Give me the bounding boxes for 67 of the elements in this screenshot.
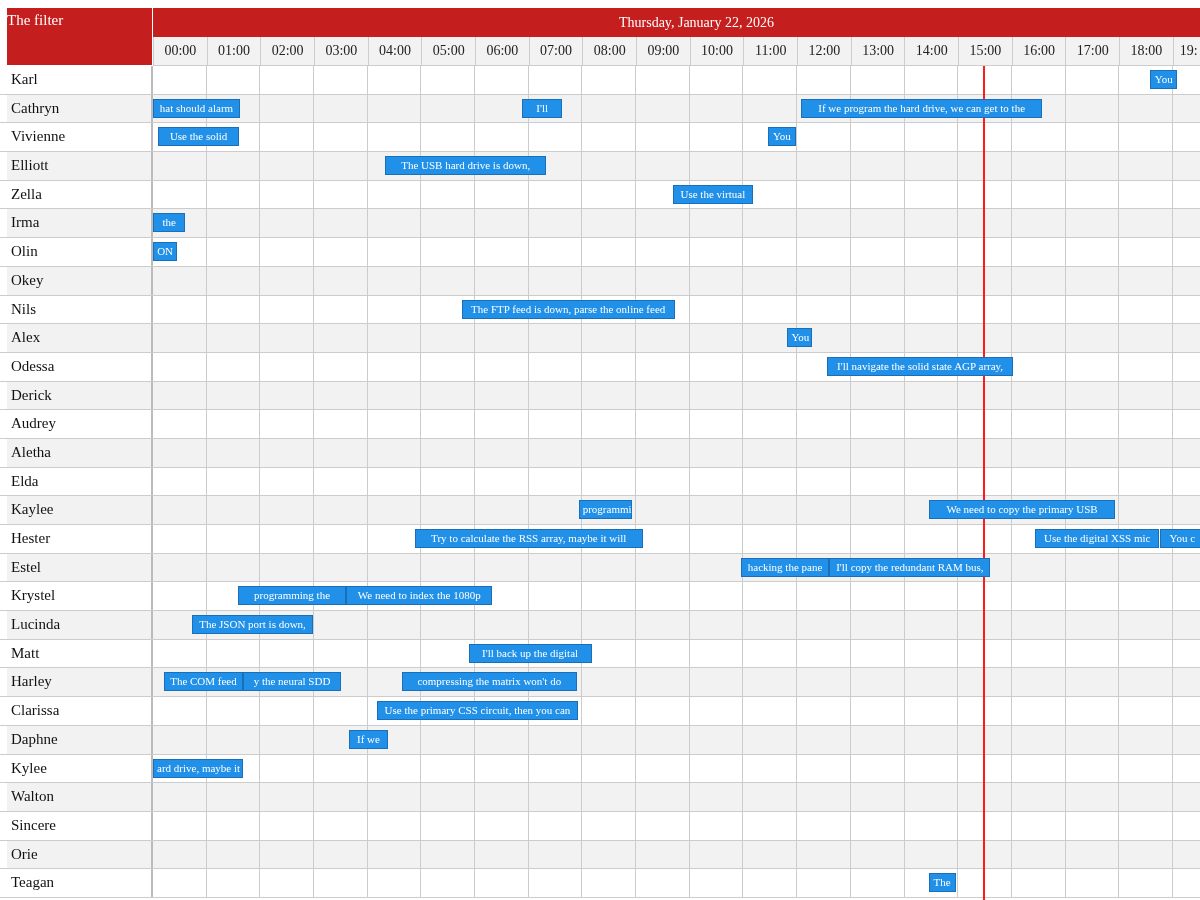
hour-label: 04:00	[367, 37, 422, 65]
hour-label: 06:00	[475, 37, 529, 65]
event-bar[interactable]: If we	[348, 729, 389, 749]
hour-label: 18:00	[1119, 37, 1173, 65]
person-name: Daphne	[7, 725, 153, 754]
event-bar[interactable]: You c	[1159, 529, 1200, 548]
event-bar[interactable]: We need to copy the primary USB	[928, 500, 1116, 520]
event-bar[interactable]: You	[787, 328, 813, 348]
person-name: Cathryn	[7, 94, 153, 123]
event-bar[interactable]: Try to calculate the RSS array, maybe it will	[414, 529, 643, 548]
hour-label: 17:00	[1065, 37, 1120, 65]
date-title: Thursday, January 22, 2026	[153, 8, 1200, 37]
hour-label: 10:00	[689, 37, 744, 65]
event-bar[interactable]: Use the digital XSS mic	[1034, 529, 1160, 548]
person-name: Alex	[7, 324, 153, 352]
event-bar[interactable]: I'll	[522, 98, 563, 118]
event-bar[interactable]: compressing the matrix won't do	[401, 672, 578, 692]
hour-label: 14:00	[904, 37, 959, 65]
event-bar[interactable]: y the neural SDD	[243, 672, 341, 692]
event-bar[interactable]: The	[928, 873, 956, 893]
event-bar[interactable]: programming the	[237, 586, 347, 606]
event-bar[interactable]: I'll back up the digital	[468, 643, 592, 663]
person-name: Lucinda	[7, 611, 153, 639]
person-name: Harley	[7, 668, 153, 697]
hour-label: 02:00	[260, 37, 314, 65]
event-bar[interactable]: If we program the hard drive, we can get to the	[800, 98, 1043, 118]
event-bar[interactable]: The COM feed	[163, 672, 244, 692]
hour-label: 01:00	[206, 37, 261, 65]
hour-label: 07:00	[528, 37, 583, 65]
event-bar[interactable]: The FTP feed is down, parse the online feed	[461, 299, 675, 319]
person-name: Aletha	[7, 438, 153, 467]
hour-label: 13:00	[850, 37, 905, 65]
event-bar[interactable]: ON	[153, 242, 178, 262]
event-bar[interactable]: hacking the pane	[740, 557, 830, 577]
hour-label: 11:00	[743, 37, 798, 65]
event-bar[interactable]: Use the virtual	[672, 184, 754, 204]
event-bar[interactable]: You	[1150, 70, 1178, 89]
event-bar[interactable]: ard drive, maybe it	[153, 758, 244, 778]
event-bar[interactable]: Use the solid	[158, 127, 239, 147]
hour-label: 09:00	[636, 37, 690, 65]
event-bar[interactable]: programmi	[578, 500, 633, 520]
hour-label: 00:00	[153, 37, 207, 65]
person-name: Elliott	[7, 152, 153, 180]
person-name: Okey	[7, 266, 153, 295]
hour-label: 16:00	[1011, 37, 1066, 65]
person-name: Derick	[7, 381, 153, 410]
hour-label: 12:00	[797, 37, 851, 65]
event-bar[interactable]: Use the primary CSS circuit, then you can	[376, 701, 579, 721]
person-name: Estel	[7, 553, 153, 582]
event-bar[interactable]: I'll copy the redundant RAM bus,	[829, 557, 991, 577]
hour-label: 19:	[1172, 37, 1200, 65]
person-name: Kaylee	[7, 496, 153, 524]
event-bar[interactable]: the	[153, 213, 186, 233]
hour-label: 08:00	[582, 37, 637, 65]
event-bar[interactable]: You	[767, 127, 797, 147]
event-bar[interactable]: The USB hard drive is down,	[385, 156, 546, 176]
hour-label: 15:00	[958, 37, 1012, 65]
hour-label: 03:00	[314, 37, 368, 65]
event-bar[interactable]: I'll navigate the solid state AGP array,	[826, 356, 1014, 376]
filter-header[interactable]: The filter	[7, 8, 153, 65]
event-bar[interactable]: We need to index the 1080p	[346, 586, 493, 606]
person-name: Irma	[7, 209, 153, 238]
person-name: Walton	[7, 783, 153, 811]
hour-label: 05:00	[421, 37, 476, 65]
event-bar[interactable]: hat should alarm	[153, 98, 240, 118]
event-bar[interactable]: The JSON port is down,	[192, 615, 313, 635]
person-name: Orie	[7, 840, 153, 869]
